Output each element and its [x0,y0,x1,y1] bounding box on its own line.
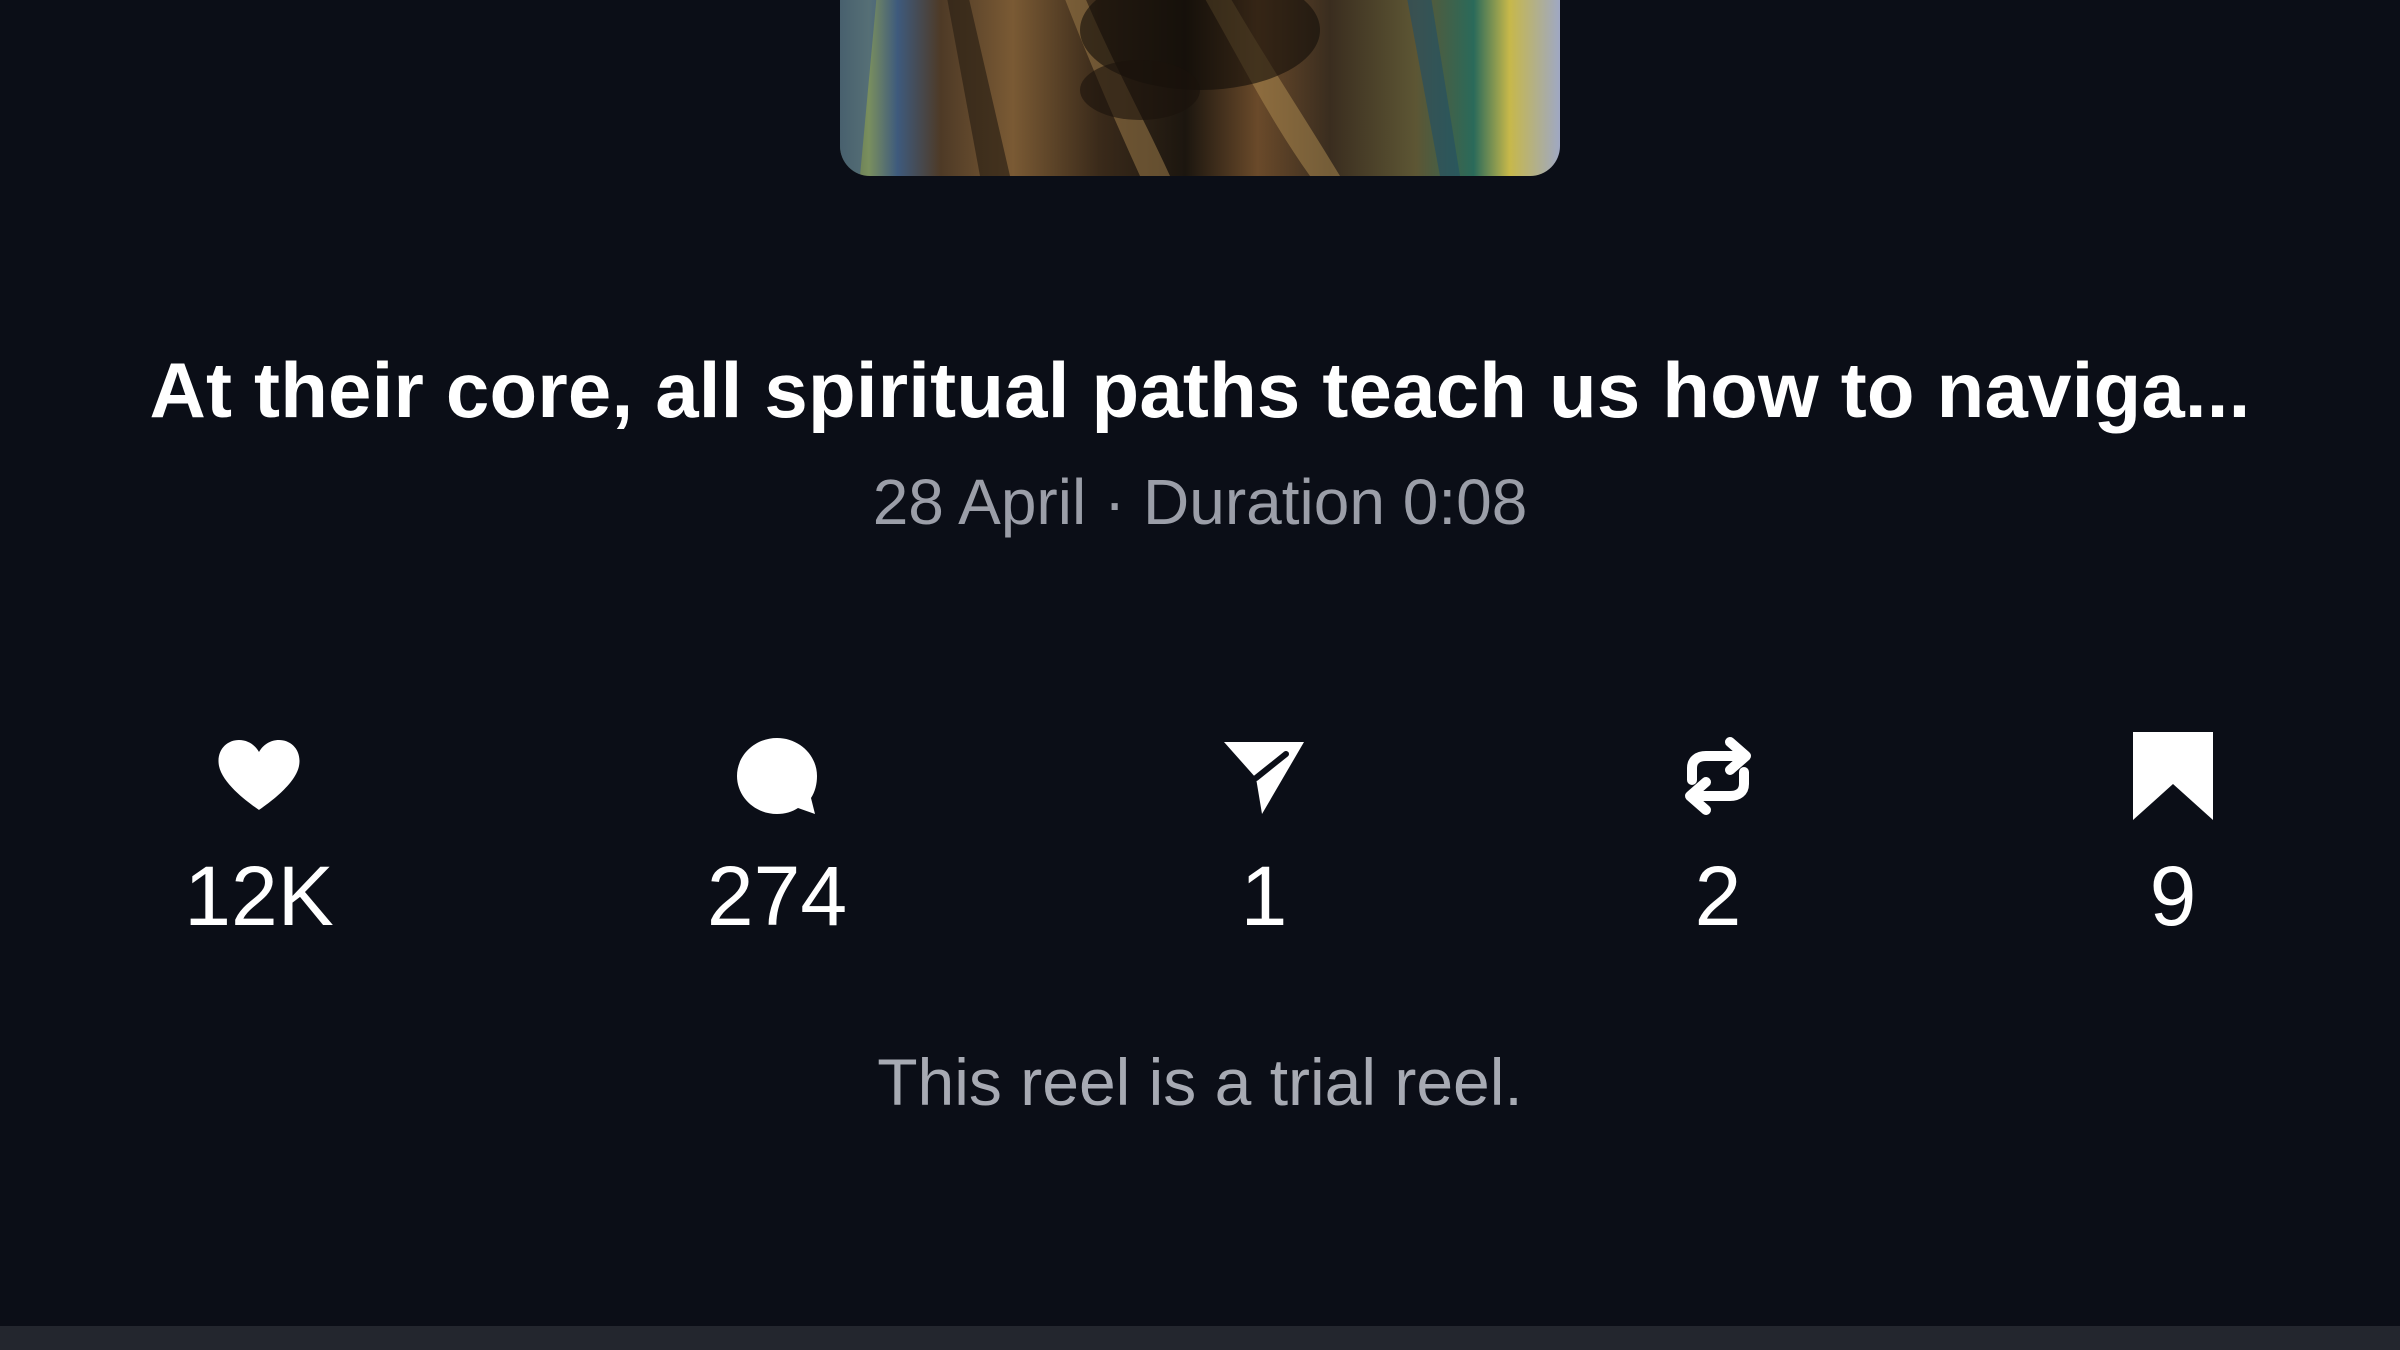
reel-stats: 12K 274 1 2 9 [0,728,2400,958]
saves-stat[interactable]: 9 [2023,728,2323,946]
reel-title: At their core, all spiritual paths teach… [149,346,2251,434]
likes-stat[interactable]: 12K [109,728,409,946]
comment-icon [737,738,817,814]
comments-stat[interactable]: 274 [627,728,927,946]
reposts-stat[interactable]: 2 [1568,728,1868,946]
trial-reel-note: This reel is a trial reel. [877,1045,1523,1119]
reel-thumbnail[interactable] [840,0,1560,176]
likes-count: 12K [184,849,334,943]
bookmark-icon [2133,732,2213,820]
shares-count: 1 [1240,849,1288,943]
comments-count: 274 [706,849,848,943]
bottom-bar [0,1326,2400,1350]
send-icon [1224,742,1304,814]
reel-meta: 28 April · Duration 0:08 [872,466,1528,538]
shares-stat[interactable]: 1 [1114,728,1414,946]
repost-icon [1685,737,1751,815]
saves-count: 9 [2149,849,2197,943]
reel-thumbnail-image [840,0,1460,176]
heart-icon [218,740,300,810]
reposts-count: 2 [1694,849,1742,943]
